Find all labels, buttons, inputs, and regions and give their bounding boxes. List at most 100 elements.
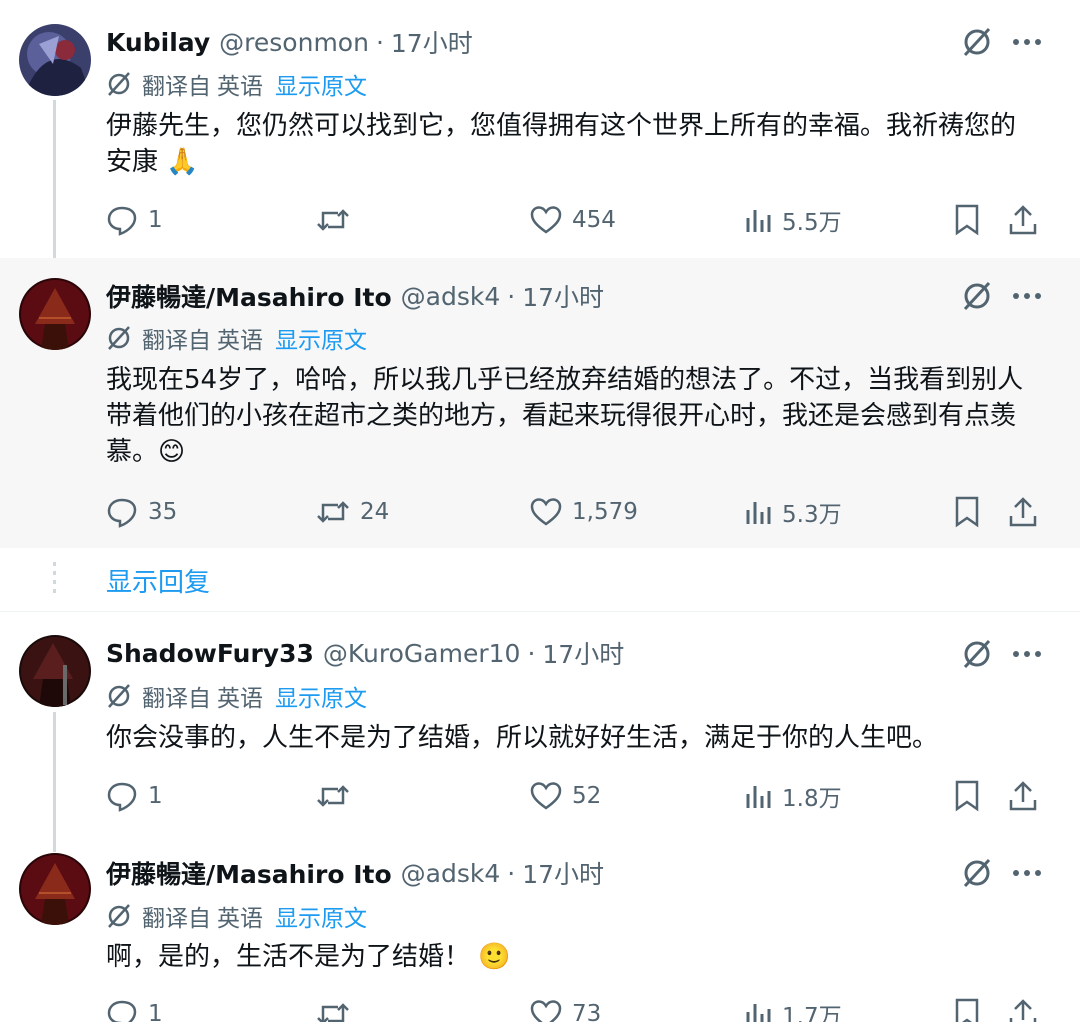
grok-icon[interactable] (958, 854, 996, 892)
views-icon (746, 1004, 771, 1022)
author-handle[interactable]: @KuroGamer10 (323, 639, 521, 668)
translation-notice: 翻译自 英语 显示原文 (106, 680, 367, 712)
like-button[interactable]: 1,579 (530, 492, 638, 532)
translate-icon (106, 903, 132, 929)
author-handle[interactable]: @adsk4 (401, 282, 501, 311)
views-count: 5.3万 (782, 502, 842, 528)
reply-count: 1 (148, 783, 163, 809)
share-button[interactable] (1008, 776, 1048, 816)
views-icon (746, 502, 771, 524)
like-button[interactable]: 52 (530, 776, 601, 816)
show-original-link[interactable]: 显示原文 (275, 67, 367, 101)
tweet-text: 伊藤先生，您仍然可以找到它，您值得拥有这个世界上所有的幸福。我祈祷您的安康 🙏 (106, 111, 1017, 177)
avatar[interactable] (19, 278, 91, 350)
source-language: 英语 (217, 328, 263, 354)
retweet-icon (317, 1003, 349, 1022)
share-icon (1009, 781, 1037, 811)
translated-from-label: 翻译自 (142, 74, 211, 100)
author-handle[interactable]: @resonmon (219, 28, 369, 57)
bookmark-button[interactable] (954, 776, 990, 816)
grok-icon[interactable] (958, 23, 996, 61)
avatar[interactable] (19, 853, 91, 925)
retweet-button[interactable] (316, 200, 360, 240)
reply-count: 1 (148, 1001, 163, 1022)
author-handle[interactable]: @adsk4 (401, 859, 501, 888)
show-original-link[interactable]: 显示原文 (275, 679, 367, 713)
show-replies-link[interactable]: 显示回复 (106, 562, 210, 599)
bookmark-icon (955, 204, 979, 236)
views-count: 1.7万 (782, 1004, 842, 1022)
more-icon[interactable] (1008, 23, 1046, 61)
author-name[interactable]: 伊藤暢達/Masahiro Ito (106, 855, 392, 891)
tweet-text: 啊，是的，生活不是为了结婚！ 🙂 (106, 942, 511, 972)
author-name[interactable]: 伊藤暢達/Masahiro Ito (106, 278, 392, 314)
translate-icon (106, 325, 132, 351)
translation-notice: 翻译自 英语 显示原文 (106, 900, 367, 932)
views-button[interactable]: 5.5万 (744, 200, 842, 240)
show-original-link[interactable]: 显示原文 (275, 899, 367, 933)
translation-notice: 翻译自 英语 显示原文 (106, 68, 367, 100)
like-button[interactable]: 454 (530, 200, 616, 240)
avatar[interactable] (19, 24, 91, 96)
reply-button[interactable]: 1 (106, 200, 163, 240)
reply-button[interactable]: 1 (106, 994, 163, 1022)
share-icon (1009, 497, 1037, 527)
retweet-icon (317, 501, 349, 523)
grok-icon[interactable] (958, 635, 996, 673)
timestamp[interactable]: 17小时 (391, 24, 473, 60)
tweet[interactable]: 伊藤暢達/Masahiro Ito @adsk4 · 17小时 翻译自 英语 显… (0, 258, 1080, 548)
reply-icon (107, 1000, 137, 1022)
show-original-link[interactable]: 显示原文 (275, 321, 367, 355)
source-language: 英语 (217, 686, 263, 712)
author-name[interactable]: Kubilay (106, 28, 210, 57)
translate-icon (106, 71, 132, 97)
reply-icon (107, 498, 137, 528)
separator-dot: · (507, 858, 516, 888)
share-button[interactable] (1008, 200, 1048, 240)
show-replies-row[interactable]: 显示回复 (0, 548, 1080, 612)
timestamp[interactable]: 17小时 (522, 278, 604, 314)
reply-button[interactable]: 35 (106, 492, 177, 532)
retweet-button[interactable]: 24 (316, 492, 389, 532)
retweet-button[interactable] (316, 776, 360, 816)
bookmark-button[interactable] (954, 492, 990, 532)
separator-dot: · (375, 27, 384, 57)
reply-count: 1 (148, 207, 163, 233)
share-button[interactable] (1008, 492, 1048, 532)
bookmark-button[interactable] (954, 200, 990, 240)
tweet[interactable]: Kubilay @resonmon · 17小时 翻译自 英语 显示原文 伊藤先… (0, 0, 1080, 258)
separator-dot: · (527, 638, 536, 668)
reply-count: 35 (148, 499, 178, 525)
like-count: 52 (572, 783, 602, 809)
heart-icon (530, 1000, 562, 1022)
views-button[interactable]: 1.8万 (744, 776, 842, 816)
separator-dot: · (507, 281, 516, 311)
bookmark-icon (955, 998, 979, 1022)
tweet[interactable]: 伊藤暢達/Masahiro Ito @adsk4 · 17小时 翻译自 英语 显… (0, 833, 1080, 1022)
avatar[interactable] (19, 635, 91, 707)
more-icon[interactable] (1008, 635, 1046, 673)
tweet-text: 你会没事的，人生不是为了结婚，所以就好好生活，满足于你的人生吧。 (106, 723, 939, 753)
heart-icon (530, 782, 562, 810)
action-bar: 1 454 5.5万 (106, 200, 1046, 240)
views-button[interactable]: 1.7万 (744, 994, 842, 1022)
like-count: 73 (572, 1001, 602, 1022)
reply-button[interactable]: 1 (106, 776, 163, 816)
grok-icon[interactable] (958, 277, 996, 315)
timestamp[interactable]: 17小时 (522, 855, 604, 891)
retweet-icon (317, 209, 349, 231)
more-icon[interactable] (1008, 854, 1046, 892)
more-icon[interactable] (1008, 277, 1046, 315)
share-button[interactable] (1008, 994, 1048, 1022)
bookmark-icon (955, 496, 979, 528)
timestamp[interactable]: 17小时 (542, 635, 624, 671)
like-button[interactable]: 73 (530, 994, 601, 1022)
views-button[interactable]: 5.3万 (744, 492, 842, 532)
reply-icon (107, 782, 137, 812)
action-bar: 35 24 1,579 5.3万 (106, 492, 1046, 532)
retweet-button[interactable] (316, 994, 360, 1022)
like-count: 454 (572, 207, 616, 233)
tweet[interactable]: ShadowFury33 @KuroGamer10 · 17小时 翻译自 英语 … (0, 613, 1080, 833)
bookmark-button[interactable] (954, 994, 990, 1022)
author-name[interactable]: ShadowFury33 (106, 639, 314, 668)
